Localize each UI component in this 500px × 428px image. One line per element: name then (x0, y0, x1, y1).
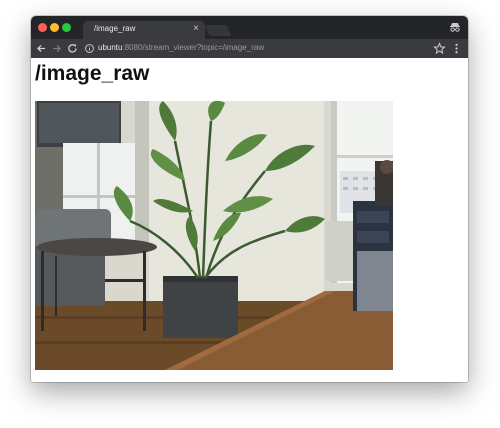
incognito-icon[interactable] (449, 21, 461, 33)
url-path: :8080/stream_viewer?topic=/image_raw (122, 43, 265, 52)
window-close-button[interactable] (38, 23, 47, 32)
browser-toolbar: ubuntu:8080/stream_viewer?topic=/image_r… (31, 39, 468, 58)
back-arrow-icon[interactable] (34, 41, 49, 56)
tab-image-raw[interactable]: /image_raw × (83, 21, 205, 39)
browser-window: /image_raw × ubuntu:8080/stream_viewer?t… (31, 16, 468, 382)
bookmark-star-icon[interactable] (432, 41, 447, 56)
kebab-menu-icon[interactable] (449, 41, 464, 56)
tab-title: /image_raw (94, 24, 136, 33)
camera-stream-image (35, 101, 393, 370)
new-tab-button[interactable] (204, 25, 232, 36)
url-text[interactable]: ubuntu:8080/stream_viewer?topic=/image_r… (98, 43, 264, 52)
window-minimize-button[interactable] (50, 23, 59, 32)
tab-close-icon[interactable]: × (193, 23, 199, 35)
reload-icon[interactable] (65, 41, 80, 56)
url-host: ubuntu (98, 43, 123, 52)
site-info-icon[interactable] (85, 44, 94, 53)
tab-strip: /image_raw × (31, 16, 468, 39)
forward-arrow-icon[interactable] (49, 41, 64, 56)
address-bar[interactable]: ubuntu:8080/stream_viewer?topic=/image_r… (83, 41, 428, 56)
page-content: /image_raw (31, 58, 468, 382)
window-maximize-button[interactable] (62, 23, 71, 32)
page-title: /image_raw (35, 62, 150, 85)
